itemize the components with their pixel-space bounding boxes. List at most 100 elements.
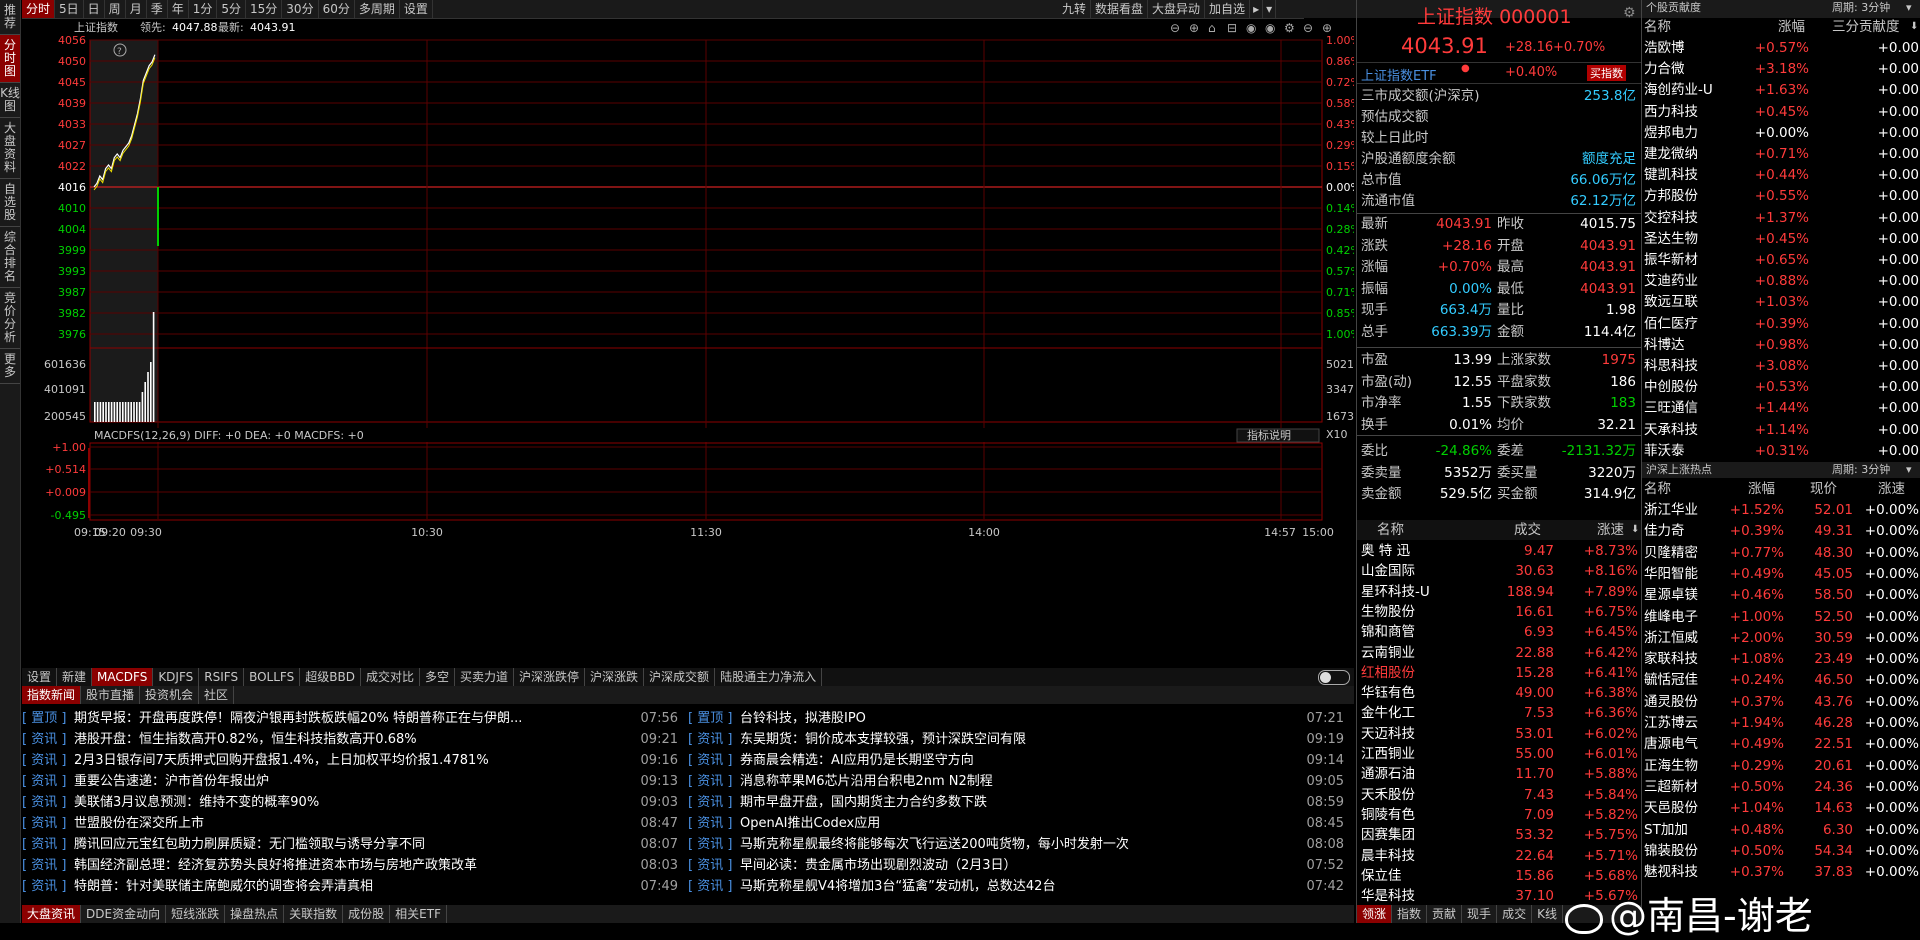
toggle-switch[interactable] — [1318, 670, 1350, 685]
contrib-row[interactable]: 煜邦电力 +0.00% +0.00 — [1642, 123, 1920, 143]
news-tab[interactable]: 投资机会 — [140, 686, 200, 704]
sort-down-icon[interactable]: ⬇ — [1910, 17, 1918, 37]
col-header[interactable]: 涨速 — [1878, 479, 1905, 499]
period-tab[interactable]: 季 — [147, 0, 168, 18]
indicator-tab[interactable]: 新建 — [57, 668, 93, 686]
list-item[interactable]: 山金国际 30.63 +8.16% — [1357, 561, 1642, 581]
hot-row[interactable]: 三超新材 +0.50% 24.36 +0.00% — [1642, 777, 1920, 797]
news-item[interactable]: [ 资讯 ] OpenAI推出Codex应用 08:45 — [688, 813, 1348, 834]
stock-name[interactable]: 圣达生物 — [1644, 229, 1698, 249]
stock-name[interactable]: 艾迪药业 — [1644, 271, 1698, 291]
stock-name[interactable]: 锦装股份 — [1644, 841, 1698, 861]
period-tab[interactable]: 周 — [105, 0, 126, 18]
col-header[interactable]: 涨速 — [1597, 520, 1624, 540]
col-header[interactable]: 现价 — [1810, 479, 1837, 499]
stock-name[interactable]: 红相股份 — [1361, 663, 1415, 683]
contrib-row[interactable]: 佰仁医疗 +0.39% +0.00 — [1642, 314, 1920, 334]
news-title[interactable]: 重要公告速递：沪市首份年报出炉 — [74, 771, 622, 792]
news-item[interactable]: [ 资讯 ] 券商晨会精选：AI应用仍是长期坚守方向 09:14 — [688, 750, 1348, 771]
bottom-tab[interactable]: DDE资金动向 — [81, 905, 167, 923]
hot-row[interactable]: 贝隆精密 +0.77% 48.30 +0.00% — [1642, 543, 1920, 563]
news-title[interactable]: 世盟股份在深交所上市 — [74, 813, 622, 834]
list-item[interactable]: 红相股份 15.28 +6.41% — [1357, 663, 1642, 683]
chevron-down-icon[interactable]: ▾ — [1263, 0, 1277, 18]
col-header[interactable]: 成交 — [1514, 520, 1541, 540]
contrib-row[interactable]: 方邦股份 +0.55% +0.00 — [1642, 186, 1920, 206]
news-item[interactable]: [ 资讯 ] 东吴期货：铜价成本支撑较强，预计深跌空间有限 09:19 — [688, 729, 1348, 750]
indicator-tab[interactable]: 超级BBD — [300, 668, 361, 686]
period-tab[interactable]: 多周期 — [355, 0, 400, 18]
stock-name[interactable]: 华是科技 — [1361, 886, 1415, 906]
stock-name[interactable]: 科思科技 — [1644, 356, 1698, 376]
list-item[interactable]: 生物股份 16.61 +6.75% — [1357, 602, 1642, 622]
hot-row[interactable]: 通灵股份 +0.37% 43.76 +0.00% — [1642, 692, 1920, 712]
list-item[interactable]: 铜陵有色 7.09 +5.82% — [1357, 805, 1642, 825]
stock-name[interactable]: 天禾股份 — [1361, 785, 1415, 805]
left-tab[interactable]: 大盘资料 — [0, 118, 20, 179]
period-tab[interactable]: 60分 — [319, 0, 355, 18]
news-title[interactable]: 2月3日银存间7天质押式回购开盘报1.4%，上日加权平均价报1.4781% — [74, 750, 622, 771]
stock-name[interactable]: 力合微 — [1644, 59, 1685, 79]
period-tab[interactable]: 1分 — [189, 0, 218, 18]
stock-name[interactable]: 云南铜业 — [1361, 643, 1415, 663]
news-title[interactable]: 消息称苹果M6芯片沿用台积电2nm N2制程 — [740, 771, 1288, 792]
stock-name[interactable]: 生物股份 — [1361, 602, 1415, 622]
news-title[interactable]: 韩国经济副总理：经济复苏势头良好将推进资本市场与房地产政策改革 — [74, 855, 622, 876]
buy-index-button[interactable]: 买指数 — [1587, 65, 1626, 81]
hot-row[interactable]: ST加加 +0.48% 6.30 +0.00% — [1642, 820, 1920, 840]
stock-name[interactable]: 菲沃泰 — [1644, 441, 1685, 461]
hot-period[interactable]: 周期: 3分钟 — [1832, 462, 1890, 478]
quote-tab[interactable]: 现手 — [1462, 905, 1498, 923]
news-item[interactable]: [ 资讯 ] 世盟股份在深交所上市 08:47 — [22, 813, 682, 834]
quote-tab[interactable]: 成交 — [1497, 905, 1533, 923]
stock-name[interactable]: 中创股份 — [1644, 377, 1698, 397]
news-tab[interactable]: 社区 — [199, 686, 235, 704]
hot-row[interactable]: 天邑股份 +1.04% 14.63 +0.00% — [1642, 798, 1920, 818]
indicator-tab[interactable]: 陆股通主力净流入 — [715, 668, 823, 686]
contrib-row[interactable]: 交控科技 +1.37% +0.00 — [1642, 208, 1920, 228]
hot-row[interactable]: 浙江恒威 +2.00% 30.59 +0.00% — [1642, 628, 1920, 648]
stock-name[interactable]: 锦和商管 — [1361, 622, 1415, 642]
stock-name[interactable]: 佰仁医疗 — [1644, 314, 1698, 334]
list-item[interactable]: 星环科技-U 188.94 +7.89% — [1357, 582, 1642, 602]
news-title[interactable]: 特朗普：针对美联储主席鲍威尔的调查将会弄清真相 — [74, 876, 622, 897]
toolbar-button[interactable]: 数据看盘 — [1091, 0, 1149, 18]
contrib-row[interactable]: 西力科技 +0.45% +0.00 — [1642, 102, 1920, 122]
period-tab[interactable]: 月 — [126, 0, 147, 18]
contrib-row[interactable]: 力合微 +3.18% +0.00 — [1642, 59, 1920, 79]
quote-tab[interactable]: 贡献 — [1427, 905, 1463, 923]
news-title[interactable]: 早间必读：贵金属市场出现剧烈波动（2月3日） — [740, 855, 1288, 876]
arrow-icon[interactable]: ▸ — [1250, 0, 1264, 18]
period-tab[interactable]: 15分 — [246, 0, 283, 18]
chart-tool-icon[interactable]: ⊟ — [1227, 21, 1237, 35]
etf-row[interactable]: 上证指数ETF ● +0.40% 买指数 — [1357, 62, 1641, 84]
list-item[interactable]: 云南铜业 22.88 +6.42% — [1357, 643, 1642, 663]
news-item[interactable]: [ 资讯 ] 马斯克称星舰V4将增加3台“猛禽”发动机，总数达42台 07:42 — [688, 876, 1348, 897]
bottom-tab[interactable]: 大盘资讯 — [22, 905, 82, 923]
indicator-tab[interactable]: RSIFS — [199, 668, 245, 686]
chart-tool-icon[interactable]: ⊕ — [1189, 21, 1199, 35]
chart-tool-icon[interactable]: ◉ — [1265, 21, 1275, 35]
period-tab[interactable]: 5分 — [217, 0, 247, 18]
indicator-help-label[interactable]: 指标说明 — [1247, 428, 1291, 442]
news-item[interactable]: [ 置顶 ] 台铃科技，拟港股IPO 07:21 — [688, 708, 1348, 729]
settings-icon[interactable]: ⚙ — [1623, 5, 1636, 21]
hot-row[interactable]: 星源卓镁 +0.46% 58.50 +0.00% — [1642, 585, 1920, 605]
toolbar-button[interactable]: 加自选 — [1205, 0, 1251, 18]
bottom-tab[interactable]: 操盘热点 — [225, 905, 285, 923]
indicator-tab[interactable]: 成交对比 — [361, 668, 420, 686]
stock-name[interactable]: 三超新材 — [1644, 777, 1698, 797]
stock-name[interactable]: 保立佳 — [1361, 866, 1402, 886]
list-item[interactable]: 因赛集团 53.32 +5.75% — [1357, 825, 1642, 845]
hot-row[interactable]: 正海生物 +0.29% 20.61 +0.00% — [1642, 756, 1920, 776]
stock-name[interactable]: 浙江华业 — [1644, 500, 1698, 520]
toolbar-button[interactable]: 大盘异动 — [1148, 0, 1206, 18]
hot-row[interactable]: 江苏博云 +1.94% 46.28 +0.00% — [1642, 713, 1920, 733]
contrib-row[interactable]: 圣达生物 +0.45% +0.00 — [1642, 229, 1920, 249]
stock-name[interactable]: 江西铜业 — [1361, 744, 1415, 764]
news-title[interactable]: 券商晨会精选：AI应用仍是长期坚守方向 — [740, 750, 1288, 771]
list-item[interactable]: 金牛化工 7.53 +6.36% — [1357, 703, 1642, 723]
stock-name[interactable]: 铜陵有色 — [1361, 805, 1415, 825]
indicator-tab[interactable]: BOLLFS — [244, 668, 301, 686]
stock-name[interactable]: 煜邦电力 — [1644, 123, 1698, 143]
